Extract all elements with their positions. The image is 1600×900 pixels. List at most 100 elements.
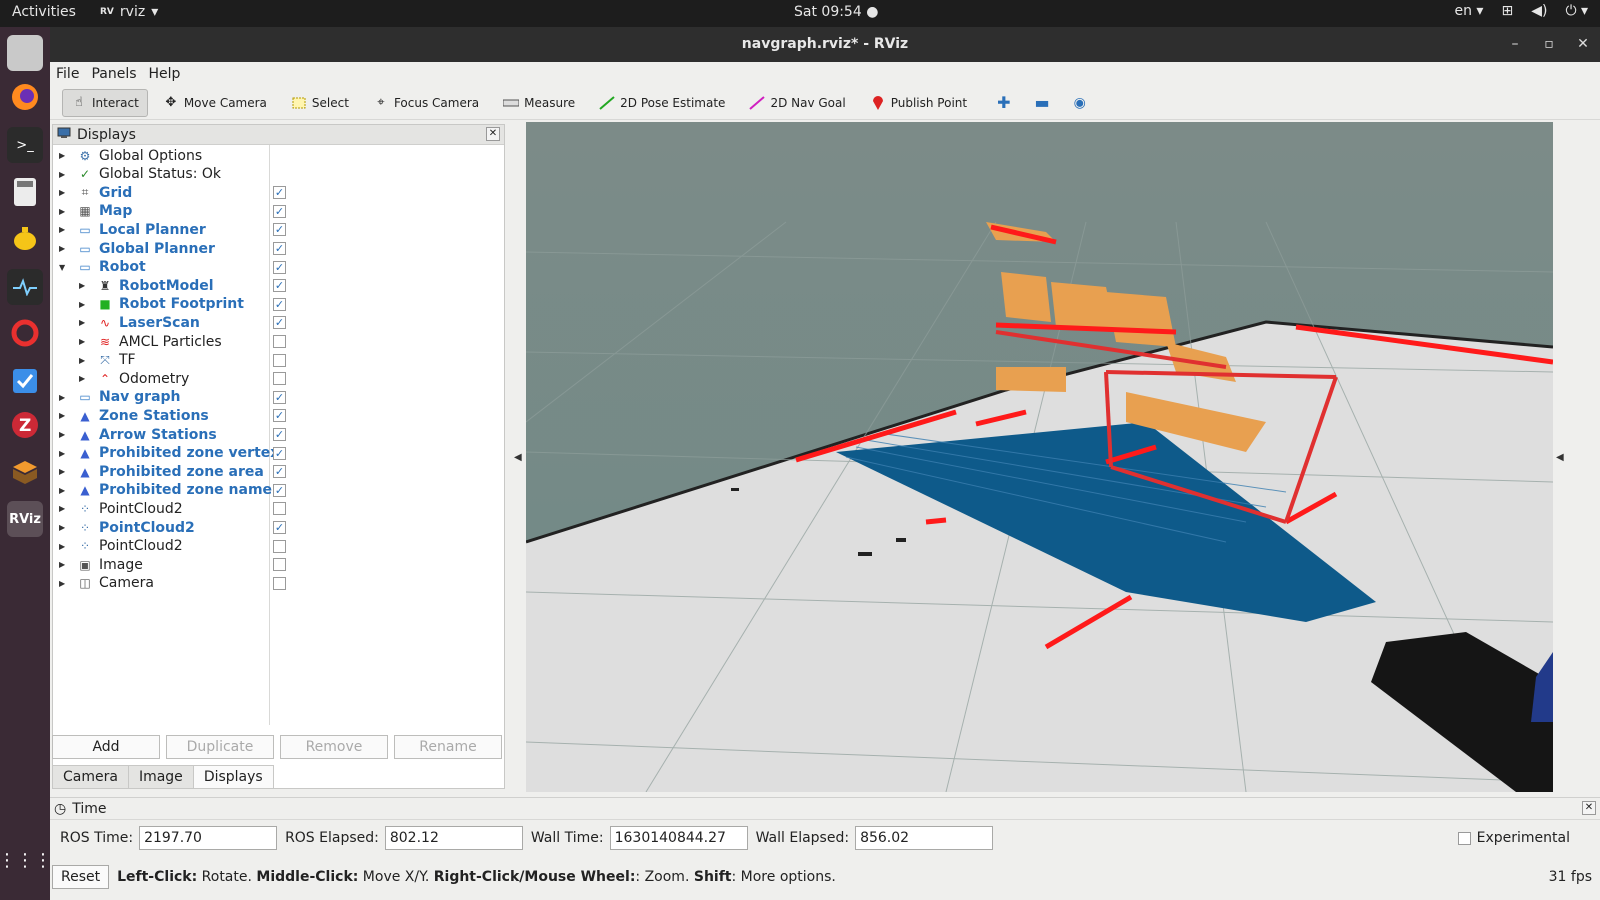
expand-right-icon[interactable]: ▶ (79, 318, 89, 327)
wall-elapsed-field[interactable]: 856.02 (855, 826, 994, 850)
expand-right-icon[interactable]: ▶ (59, 244, 69, 253)
wall-time-field[interactable]: 1630140844.27 (609, 826, 748, 850)
activities-button[interactable]: Activities (12, 4, 76, 20)
display-item[interactable]: ▶ ⁘ PointCloud2 ✓ (53, 518, 504, 537)
display-item[interactable]: ▶ ∿ LaserScan ✓ (53, 313, 504, 332)
display-item[interactable]: ▶ ▲ Prohibited zone area ✓ (53, 462, 504, 481)
display-enable-checkbox[interactable]: ✓ (273, 204, 286, 218)
display-enable-checkbox[interactable] (273, 353, 286, 367)
expand-right-icon[interactable]: ▶ (59, 393, 69, 402)
display-item[interactable]: ▶ ▭ Nav graph ✓ (53, 388, 504, 407)
zotero-icon[interactable]: Z (7, 407, 43, 443)
tab-camera[interactable]: Camera (52, 765, 129, 789)
display-item[interactable]: ▶ ▲ Prohibited zone vertex ✓ (53, 444, 504, 463)
expand-right-icon[interactable]: ▶ (59, 207, 69, 216)
tab-image[interactable]: Image (127, 765, 194, 789)
close-time-panel-icon[interactable]: ✕ (1582, 801, 1596, 815)
tasks-icon[interactable] (7, 363, 43, 399)
system-monitor-icon[interactable] (7, 269, 43, 305)
measure-tool[interactable]: Measure (494, 89, 584, 117)
interact-tool[interactable]: ☝ Interact (62, 88, 148, 117)
lifebuoy-icon[interactable] (7, 315, 43, 351)
calculator-icon[interactable] (7, 174, 43, 210)
select-tool[interactable]: Select (282, 89, 358, 117)
expand-right-icon[interactable]: ▶ (79, 337, 89, 346)
collapse-left-icon[interactable]: ◀ (514, 452, 522, 463)
display-enable-checkbox[interactable] (273, 502, 286, 516)
display-enable-checkbox[interactable]: ✓ (273, 390, 286, 404)
focus-camera-tool[interactable]: ⌖ Focus Camera (364, 89, 488, 117)
close-panel-icon[interactable]: ✕ (486, 127, 500, 141)
tab-displays[interactable]: Displays (192, 765, 274, 789)
display-enable-checkbox[interactable]: ✓ (273, 242, 286, 255)
display-item[interactable]: ▶ ▣ Image (53, 555, 504, 574)
maximize-icon[interactable]: ▫ (1534, 27, 1564, 62)
display-item[interactable]: ▶ ♜ RobotModel ✓ (53, 276, 504, 295)
display-item[interactable]: ▶ ✓ Global Status: Ok (53, 165, 504, 184)
display-item[interactable]: ▶ ≋ AMCL Particles (53, 332, 504, 351)
display-enable-checkbox[interactable] (273, 539, 286, 553)
display-enable-checkbox[interactable]: ✓ (273, 186, 286, 200)
expand-right-icon[interactable]: ▶ (59, 151, 69, 160)
display-enable-checkbox[interactable] (273, 335, 286, 348)
expand-right-icon[interactable]: ▶ (59, 579, 69, 588)
remove-button[interactable]: Remove (280, 735, 388, 759)
experimental-toggle[interactable]: Experimental (1457, 830, 1570, 846)
box-icon[interactable] (7, 454, 43, 490)
move-camera-tool[interactable]: ✥ Move Camera (154, 89, 276, 117)
add-tool-button[interactable]: ✚ (988, 89, 1019, 117)
expand-right-icon[interactable]: ▶ (59, 486, 69, 495)
rename-button[interactable]: Rename (394, 735, 502, 759)
duplicate-button[interactable]: Duplicate (166, 735, 274, 759)
power-icon[interactable]: ⏻ ▾ (1565, 3, 1588, 19)
display-enable-checkbox[interactable]: ✓ (273, 446, 286, 460)
display-enable-checkbox[interactable] (273, 576, 286, 590)
network-icon[interactable]: ⊞ (1501, 3, 1513, 19)
close-icon[interactable]: ✕ (1568, 27, 1598, 62)
display-enable-checkbox[interactable]: ✓ (273, 297, 286, 311)
expand-right-icon[interactable]: ▶ (59, 225, 69, 234)
volume-icon[interactable]: ◀) (1531, 3, 1547, 19)
menu-help[interactable]: Help (149, 66, 181, 82)
display-enable-checkbox[interactable]: ✓ (273, 260, 286, 274)
display-item[interactable]: ▶ ◫ Camera (53, 574, 504, 593)
display-item[interactable]: ▶ ⁘ PointCloud2 (53, 537, 504, 556)
publish-point-tool[interactable]: Publish Point (861, 89, 976, 117)
display-enable-checkbox[interactable]: ✓ (273, 428, 286, 441)
expand-right-icon[interactable]: ▶ (59, 504, 69, 513)
display-item[interactable]: ▶ ⌃ Odometry (53, 369, 504, 388)
menu-panels[interactable]: Panels (91, 66, 136, 82)
clock[interactable]: Sat 09:54 ● (794, 4, 878, 20)
expand-right-icon[interactable]: ▶ (59, 467, 69, 476)
display-item[interactable]: ▶ ▲ Zone Stations ✓ (53, 406, 504, 425)
reset-button[interactable]: Reset (52, 864, 110, 889)
render-view[interactable] (526, 122, 1553, 792)
minimize-icon[interactable]: – (1500, 27, 1530, 62)
expand-right-icon[interactable]: ▶ (79, 356, 89, 365)
display-item[interactable]: ▶ ⤧ TF (53, 351, 504, 370)
expand-right-icon[interactable]: ▶ (79, 300, 89, 309)
teapot-icon[interactable] (7, 220, 43, 256)
display-item[interactable]: ▶ ▦ Map ✓ (53, 202, 504, 221)
files-icon[interactable] (7, 35, 43, 71)
pose-estimate-tool[interactable]: 2D Pose Estimate (590, 89, 734, 117)
expand-right-icon[interactable]: ▶ (59, 411, 69, 420)
display-item[interactable]: ▶ ▲ Arrow Stations ✓ (53, 425, 504, 444)
display-enable-checkbox[interactable]: ✓ (273, 223, 286, 237)
expand-right-icon[interactable]: ▶ (79, 374, 89, 383)
nav-goal-tool[interactable]: 2D Nav Goal (740, 89, 854, 117)
display-item[interactable]: ▶ ⁘ PointCloud2 (53, 499, 504, 518)
remove-tool-button[interactable]: ▬ (1026, 89, 1059, 117)
rviz-icon[interactable]: RViz (7, 501, 43, 537)
expand-right-icon[interactable]: ▶ (59, 188, 69, 197)
display-item[interactable]: ▶ ⚙ Global Options (53, 146, 504, 165)
display-item[interactable]: ▼ ▭ Robot ✓ (53, 258, 504, 277)
display-item[interactable]: ▶ ▭ Global Planner ✓ (53, 239, 504, 258)
ros-time-field[interactable]: 2197.70 (139, 826, 278, 850)
display-enable-checkbox[interactable]: ✓ (273, 316, 286, 330)
expand-right-icon[interactable]: ▶ (59, 430, 69, 439)
expand-right-icon[interactable]: ▶ (59, 523, 69, 532)
display-enable-checkbox[interactable]: ✓ (273, 465, 286, 479)
display-item[interactable]: ▶ ▭ Local Planner ✓ (53, 220, 504, 239)
menu-file[interactable]: File (56, 66, 79, 82)
